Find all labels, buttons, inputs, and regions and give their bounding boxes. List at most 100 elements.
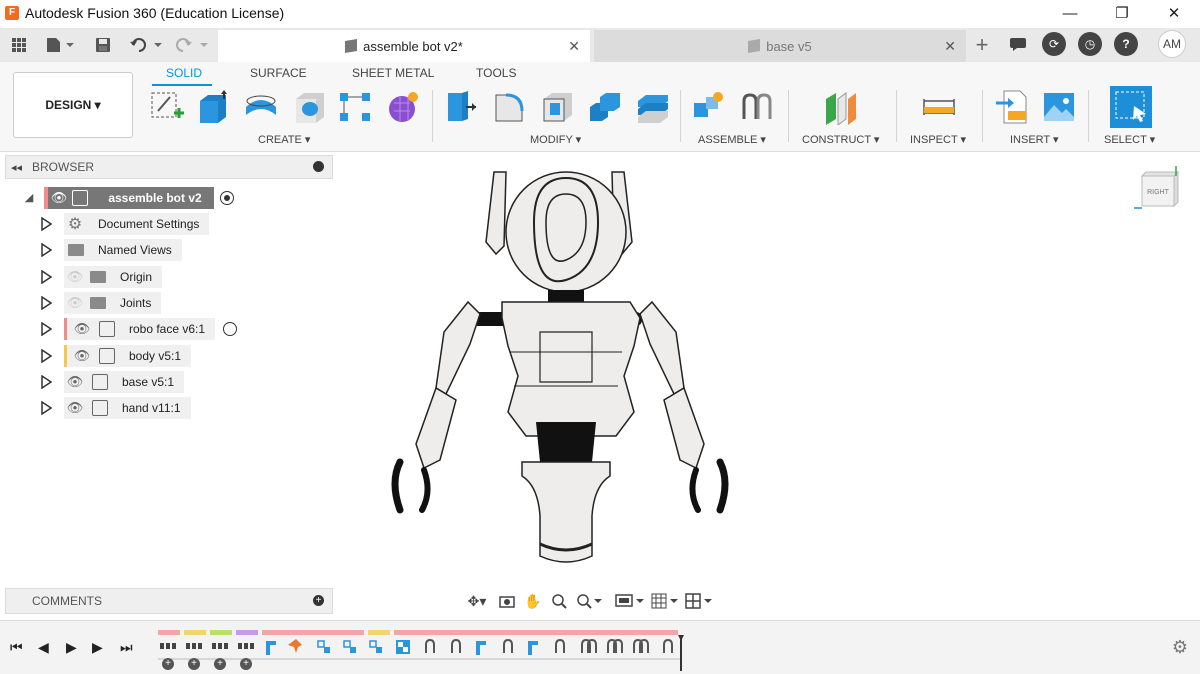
visibility-eye-icon[interactable]: 👁 bbox=[48, 190, 70, 206]
close-tab-icon[interactable]: ✕ bbox=[568, 38, 580, 55]
look-at-icon[interactable] bbox=[496, 591, 518, 611]
play-icon[interactable]: ▶ bbox=[66, 639, 77, 656]
close-window-button[interactable]: ✕ bbox=[1148, 0, 1200, 26]
insert-menu[interactable]: INSERT ▾ bbox=[1010, 133, 1059, 146]
create-form-icon[interactable] bbox=[386, 89, 420, 125]
robot-head[interactable] bbox=[505, 171, 627, 293]
fillet-icon[interactable] bbox=[492, 89, 526, 125]
expand-triangle-icon[interactable] bbox=[40, 349, 52, 363]
tab-solid[interactable]: SOLID bbox=[166, 66, 202, 80]
measure-icon[interactable] bbox=[922, 89, 956, 125]
expand-triangle-icon[interactable] bbox=[40, 270, 52, 284]
browser-item-robo-face[interactable]: 👁 robo face v6:1 bbox=[40, 318, 238, 340]
collapse-panel-icon[interactable]: ◂◂ bbox=[11, 161, 22, 174]
view-cube[interactable]: RIGHT bbox=[1134, 166, 1180, 209]
3d-viewport[interactable]: RIGHT bbox=[334, 152, 1200, 618]
assemble-menu[interactable]: ASSEMBLE ▾ bbox=[698, 133, 766, 146]
robot-torso[interactable] bbox=[501, 301, 641, 437]
right-forearm[interactable] bbox=[663, 386, 705, 470]
undo-icon[interactable] bbox=[128, 35, 164, 55]
activate-radio-icon[interactable] bbox=[220, 191, 234, 205]
timeline-expand-icon[interactable]: + bbox=[214, 658, 226, 670]
collapse-triangle-icon[interactable] bbox=[22, 192, 36, 204]
modify-menu[interactable]: MODIFY ▾ bbox=[530, 133, 581, 146]
hidden-eye-icon[interactable]: 👁 bbox=[64, 269, 86, 285]
step-forward-icon[interactable]: ▶ bbox=[92, 639, 103, 656]
left-upper-arm[interactable] bbox=[435, 300, 481, 396]
browser-item-named-views[interactable]: Named Views bbox=[40, 239, 182, 261]
shell-icon[interactable] bbox=[540, 89, 574, 125]
hole-icon[interactable] bbox=[292, 89, 326, 125]
browser-toggle-icon[interactable] bbox=[313, 161, 324, 172]
save-icon[interactable] bbox=[92, 35, 114, 55]
grid-settings-icon[interactable] bbox=[650, 591, 680, 611]
timeline-features[interactable] bbox=[156, 635, 696, 673]
minimize-button[interactable]: — bbox=[1044, 0, 1096, 26]
expand-triangle-icon[interactable] bbox=[40, 296, 52, 310]
browser-panel-header[interactable]: ◂◂ BROWSER bbox=[5, 155, 333, 179]
workspace-switcher-button[interactable]: DESIGN ▾ bbox=[13, 72, 133, 138]
expand-triangle-icon[interactable] bbox=[40, 401, 52, 415]
robot-base[interactable] bbox=[521, 461, 611, 563]
browser-root-row[interactable]: 👁 assemble bot v2 bbox=[22, 187, 234, 209]
timeline-expand-icon[interactable]: + bbox=[162, 658, 174, 670]
data-panel-grid-icon[interactable] bbox=[8, 35, 30, 55]
orbit-icon[interactable]: ✥▾ bbox=[462, 591, 492, 611]
tab-assemble-bot[interactable]: assemble bot v2* ✕ bbox=[218, 30, 590, 62]
timeline-expand-icon[interactable]: + bbox=[188, 658, 200, 670]
visibility-eye-icon[interactable]: 👁 bbox=[64, 400, 86, 416]
viewports-icon[interactable] bbox=[684, 591, 714, 611]
new-component-icon[interactable] bbox=[692, 89, 726, 125]
add-comment-icon[interactable]: + bbox=[313, 595, 324, 606]
insert-canvas-icon[interactable] bbox=[1042, 89, 1076, 125]
expand-triangle-icon[interactable] bbox=[40, 217, 52, 231]
joint-icon[interactable] bbox=[740, 89, 774, 125]
go-to-start-icon[interactable]: ⏮ bbox=[10, 639, 23, 656]
fit-zoom-icon[interactable] bbox=[574, 591, 604, 611]
press-pull-icon[interactable] bbox=[444, 89, 478, 125]
browser-item-hand[interactable]: 👁 hand v11:1 bbox=[40, 397, 191, 419]
pan-hand-icon[interactable]: ✋ bbox=[522, 591, 544, 611]
create-sketch-icon[interactable] bbox=[150, 89, 184, 125]
help-icon[interactable]: ? bbox=[1114, 32, 1138, 56]
file-menu-icon[interactable] bbox=[44, 35, 76, 55]
select-icon[interactable] bbox=[1110, 86, 1152, 128]
tab-base[interactable]: base v5 ✕ bbox=[594, 30, 966, 62]
go-to-end-icon[interactable]: ⏭ bbox=[120, 639, 133, 656]
hidden-eye-icon[interactable]: 👁 bbox=[64, 295, 86, 311]
activate-radio-icon[interactable] bbox=[223, 322, 238, 336]
zoom-icon[interactable] bbox=[548, 591, 570, 611]
redo-icon[interactable] bbox=[174, 35, 210, 55]
new-tab-plus-icon[interactable]: + bbox=[970, 32, 994, 57]
visibility-eye-icon[interactable]: 👁 bbox=[64, 374, 86, 390]
extensions-icon[interactable]: ⟳ bbox=[1042, 32, 1066, 56]
browser-item-joints[interactable]: 👁 Joints bbox=[40, 292, 162, 314]
revolve-icon[interactable] bbox=[244, 89, 278, 125]
browser-item-body[interactable]: 👁 body v5:1 bbox=[40, 345, 192, 367]
job-status-icon[interactable] bbox=[1006, 32, 1030, 56]
construct-menu[interactable]: CONSTRUCT ▾ bbox=[802, 133, 879, 146]
maximize-button[interactable]: ❐ bbox=[1096, 0, 1148, 26]
comments-panel-header[interactable]: COMMENTS + bbox=[5, 588, 333, 614]
user-avatar[interactable]: AM bbox=[1158, 30, 1186, 58]
close-tab-icon[interactable]: ✕ bbox=[944, 38, 956, 55]
expand-triangle-icon[interactable] bbox=[40, 243, 52, 257]
pattern-icon[interactable] bbox=[338, 89, 372, 125]
browser-item-document-settings[interactable]: ⚙ Document Settings bbox=[40, 213, 210, 235]
inspect-menu[interactable]: INSPECT ▾ bbox=[910, 133, 966, 146]
right-upper-arm[interactable] bbox=[639, 300, 685, 396]
left-forearm[interactable] bbox=[415, 386, 457, 470]
step-back-icon[interactable]: ◀ bbox=[38, 639, 49, 656]
combine-icon[interactable] bbox=[588, 89, 622, 125]
visibility-eye-icon[interactable]: 👁 bbox=[71, 321, 93, 337]
display-settings-icon[interactable] bbox=[614, 591, 646, 611]
timeline-expand-icon[interactable]: + bbox=[240, 658, 252, 670]
offset-plane-icon[interactable] bbox=[824, 89, 858, 125]
insert-svg-icon[interactable] bbox=[996, 89, 1030, 125]
tab-sheet-metal[interactable]: SHEET METAL bbox=[352, 66, 434, 80]
offset-faces-icon[interactable] bbox=[636, 89, 670, 125]
browser-item-origin[interactable]: 👁 Origin bbox=[40, 266, 163, 288]
tab-tools[interactable]: TOOLS bbox=[476, 66, 516, 80]
visibility-eye-icon[interactable]: 👁 bbox=[71, 348, 93, 364]
timeline-settings-gear-icon[interactable]: ⚙ bbox=[1172, 637, 1188, 658]
